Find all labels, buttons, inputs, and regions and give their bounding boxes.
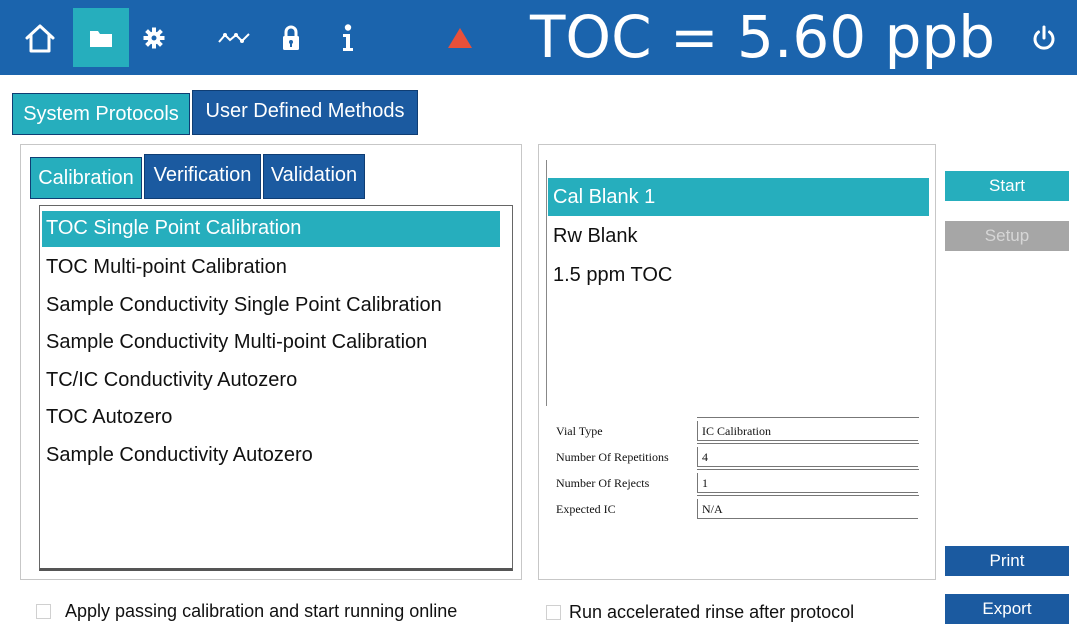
alarm-triangle-icon	[448, 27, 472, 48]
protocol-item-cond-single-point[interactable]: Sample Conductivity Single Point Calibra…	[42, 288, 442, 324]
tab-user-defined-methods[interactable]: User Defined Methods	[192, 90, 418, 135]
accelerated-rinse-checkbox[interactable]	[546, 604, 561, 620]
settings-button[interactable]	[126, 8, 182, 67]
apply-passing-option[interactable]: Apply passing calibration and start runn…	[36, 598, 457, 624]
property-label-vial-type: Vial Type	[556, 424, 603, 438]
protocol-item-toc-autozero[interactable]: TOC Autozero	[42, 400, 172, 436]
setup-button[interactable]: Setup	[945, 221, 1069, 251]
protocol-list: TOC Single Point Calibration TOC Multi-p…	[39, 205, 513, 571]
files-button[interactable]	[73, 8, 129, 67]
tab-system-protocols[interactable]: System Protocols	[12, 93, 190, 135]
protocol-item-toc-multi-point[interactable]: TOC Multi-point Calibration	[42, 250, 287, 286]
home-button[interactable]	[12, 8, 68, 67]
print-button[interactable]: Print	[945, 546, 1069, 576]
protocol-item-tcic-autozero[interactable]: TC/IC Conductivity Autozero	[42, 363, 297, 399]
step-item-toc-standard[interactable]: 1.5 ppm TOC	[548, 256, 929, 294]
property-label-repetitions: Number Of Repetitions	[556, 450, 669, 464]
property-label-expected-ic: Expected IC	[556, 502, 616, 516]
protocol-item-toc-single-point[interactable]: TOC Single Point Calibration	[42, 211, 500, 247]
top-bar: TOC = 5.60 ppb	[0, 0, 1077, 75]
export-button[interactable]: Export	[945, 594, 1069, 624]
tab-verification[interactable]: Verification	[144, 154, 261, 199]
info-button[interactable]	[320, 8, 376, 67]
property-label-rejects: Number Of Rejects	[556, 476, 650, 490]
property-value-expected-ic: N/A	[697, 495, 919, 519]
property-value-vial-type: IC Calibration	[697, 417, 919, 441]
gear-icon	[143, 27, 165, 48]
step-item-rw-blank[interactable]: Rw Blank	[548, 217, 929, 255]
start-button[interactable]: Start	[945, 171, 1069, 201]
accelerated-rinse-label: Run accelerated rinse after protocol	[569, 601, 855, 622]
toc-readout: TOC = 5.60 ppb	[530, 3, 996, 71]
home-icon	[25, 24, 55, 52]
trend-button[interactable]	[206, 8, 262, 67]
steps-list-border	[546, 160, 547, 406]
accelerated-rinse-option[interactable]: Run accelerated rinse after protocol	[546, 599, 854, 625]
folder-icon	[90, 30, 112, 47]
apply-passing-checkbox[interactable]	[36, 603, 51, 619]
tab-validation[interactable]: Validation	[263, 154, 365, 199]
power-icon	[1033, 25, 1055, 50]
apply-passing-label: Apply passing calibration and start runn…	[65, 600, 458, 621]
trend-icon	[218, 32, 250, 43]
security-button[interactable]	[263, 8, 319, 67]
protocol-item-cond-autozero[interactable]: Sample Conductivity Autozero	[42, 438, 313, 474]
alarm-button[interactable]	[432, 8, 488, 67]
power-button[interactable]	[1020, 14, 1068, 62]
step-item-cal-blank-1[interactable]: Cal Blank 1	[548, 178, 929, 216]
tab-calibration[interactable]: Calibration	[30, 157, 142, 199]
protocol-item-cond-multi-point[interactable]: Sample Conductivity Multi-point Calibrat…	[42, 325, 427, 361]
property-value-repetitions: 4	[697, 443, 919, 467]
lock-icon	[283, 25, 299, 50]
info-icon	[343, 23, 353, 51]
property-value-rejects: 1	[697, 469, 919, 493]
